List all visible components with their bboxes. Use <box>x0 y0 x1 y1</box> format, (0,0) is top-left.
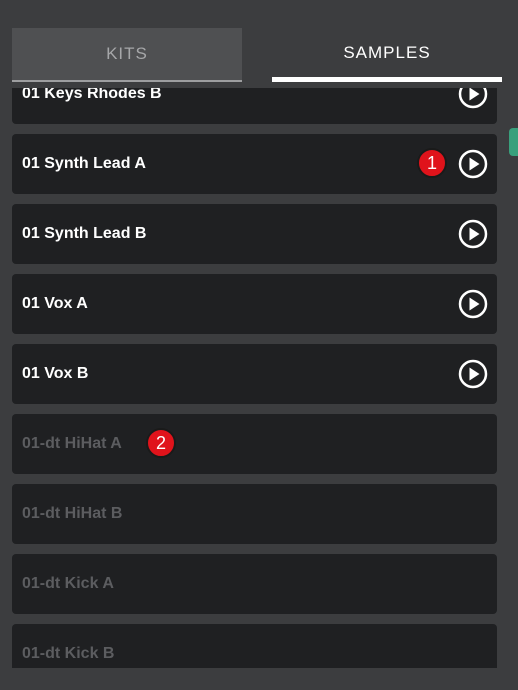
sample-row-synth-lead-a[interactable]: 01 Synth Lead A 1 <box>12 134 497 194</box>
sample-label: 01-dt Kick B <box>22 645 115 662</box>
sample-row-synth-lead-b[interactable]: 01 Synth Lead B <box>12 204 497 264</box>
annotation-badge-2: 2 <box>146 428 176 458</box>
sample-label: 01-dt HiHat A <box>22 435 122 452</box>
sample-label: 01-dt HiHat B <box>22 505 123 522</box>
tab-kits[interactable]: KITS <box>12 28 242 82</box>
sample-label: 01 Synth Lead B <box>22 225 147 242</box>
sample-label: 01 Keys Rhodes B <box>22 88 162 102</box>
sample-row-keys-rhodes-b[interactable]: 01 Keys Rhodes B <box>12 88 497 124</box>
bottom-margin <box>0 668 518 690</box>
sample-row-kick-a[interactable]: 01-dt Kick A <box>12 554 497 614</box>
sample-row-hihat-a[interactable]: 01-dt HiHat A 2 <box>12 414 497 474</box>
play-icon[interactable] <box>458 149 488 179</box>
sample-row-kick-b[interactable]: 01-dt Kick B <box>12 624 497 668</box>
sample-label: 01 Vox A <box>22 295 88 312</box>
sample-row-hihat-b[interactable]: 01-dt HiHat B <box>12 484 497 544</box>
tab-samples[interactable]: SAMPLES <box>272 28 502 82</box>
sample-row-vox-a[interactable]: 01 Vox A <box>12 274 497 334</box>
play-icon[interactable] <box>458 219 488 249</box>
play-icon[interactable] <box>458 359 488 389</box>
tab-bar: KITS SAMPLES <box>12 28 502 82</box>
sample-row-vox-b[interactable]: 01 Vox B <box>12 344 497 404</box>
sample-label: 01 Vox B <box>22 365 89 382</box>
sample-label: 01 Synth Lead A <box>22 155 146 172</box>
annotation-badge-1: 1 <box>417 148 447 178</box>
play-icon[interactable] <box>458 88 488 109</box>
sample-label: 01-dt Kick A <box>22 575 114 592</box>
sample-list: 01 Keys Rhodes B 01 Synth Lead A 1 01 Sy… <box>0 88 518 668</box>
play-icon[interactable] <box>458 289 488 319</box>
scrollbar-thumb[interactable] <box>509 128 518 156</box>
